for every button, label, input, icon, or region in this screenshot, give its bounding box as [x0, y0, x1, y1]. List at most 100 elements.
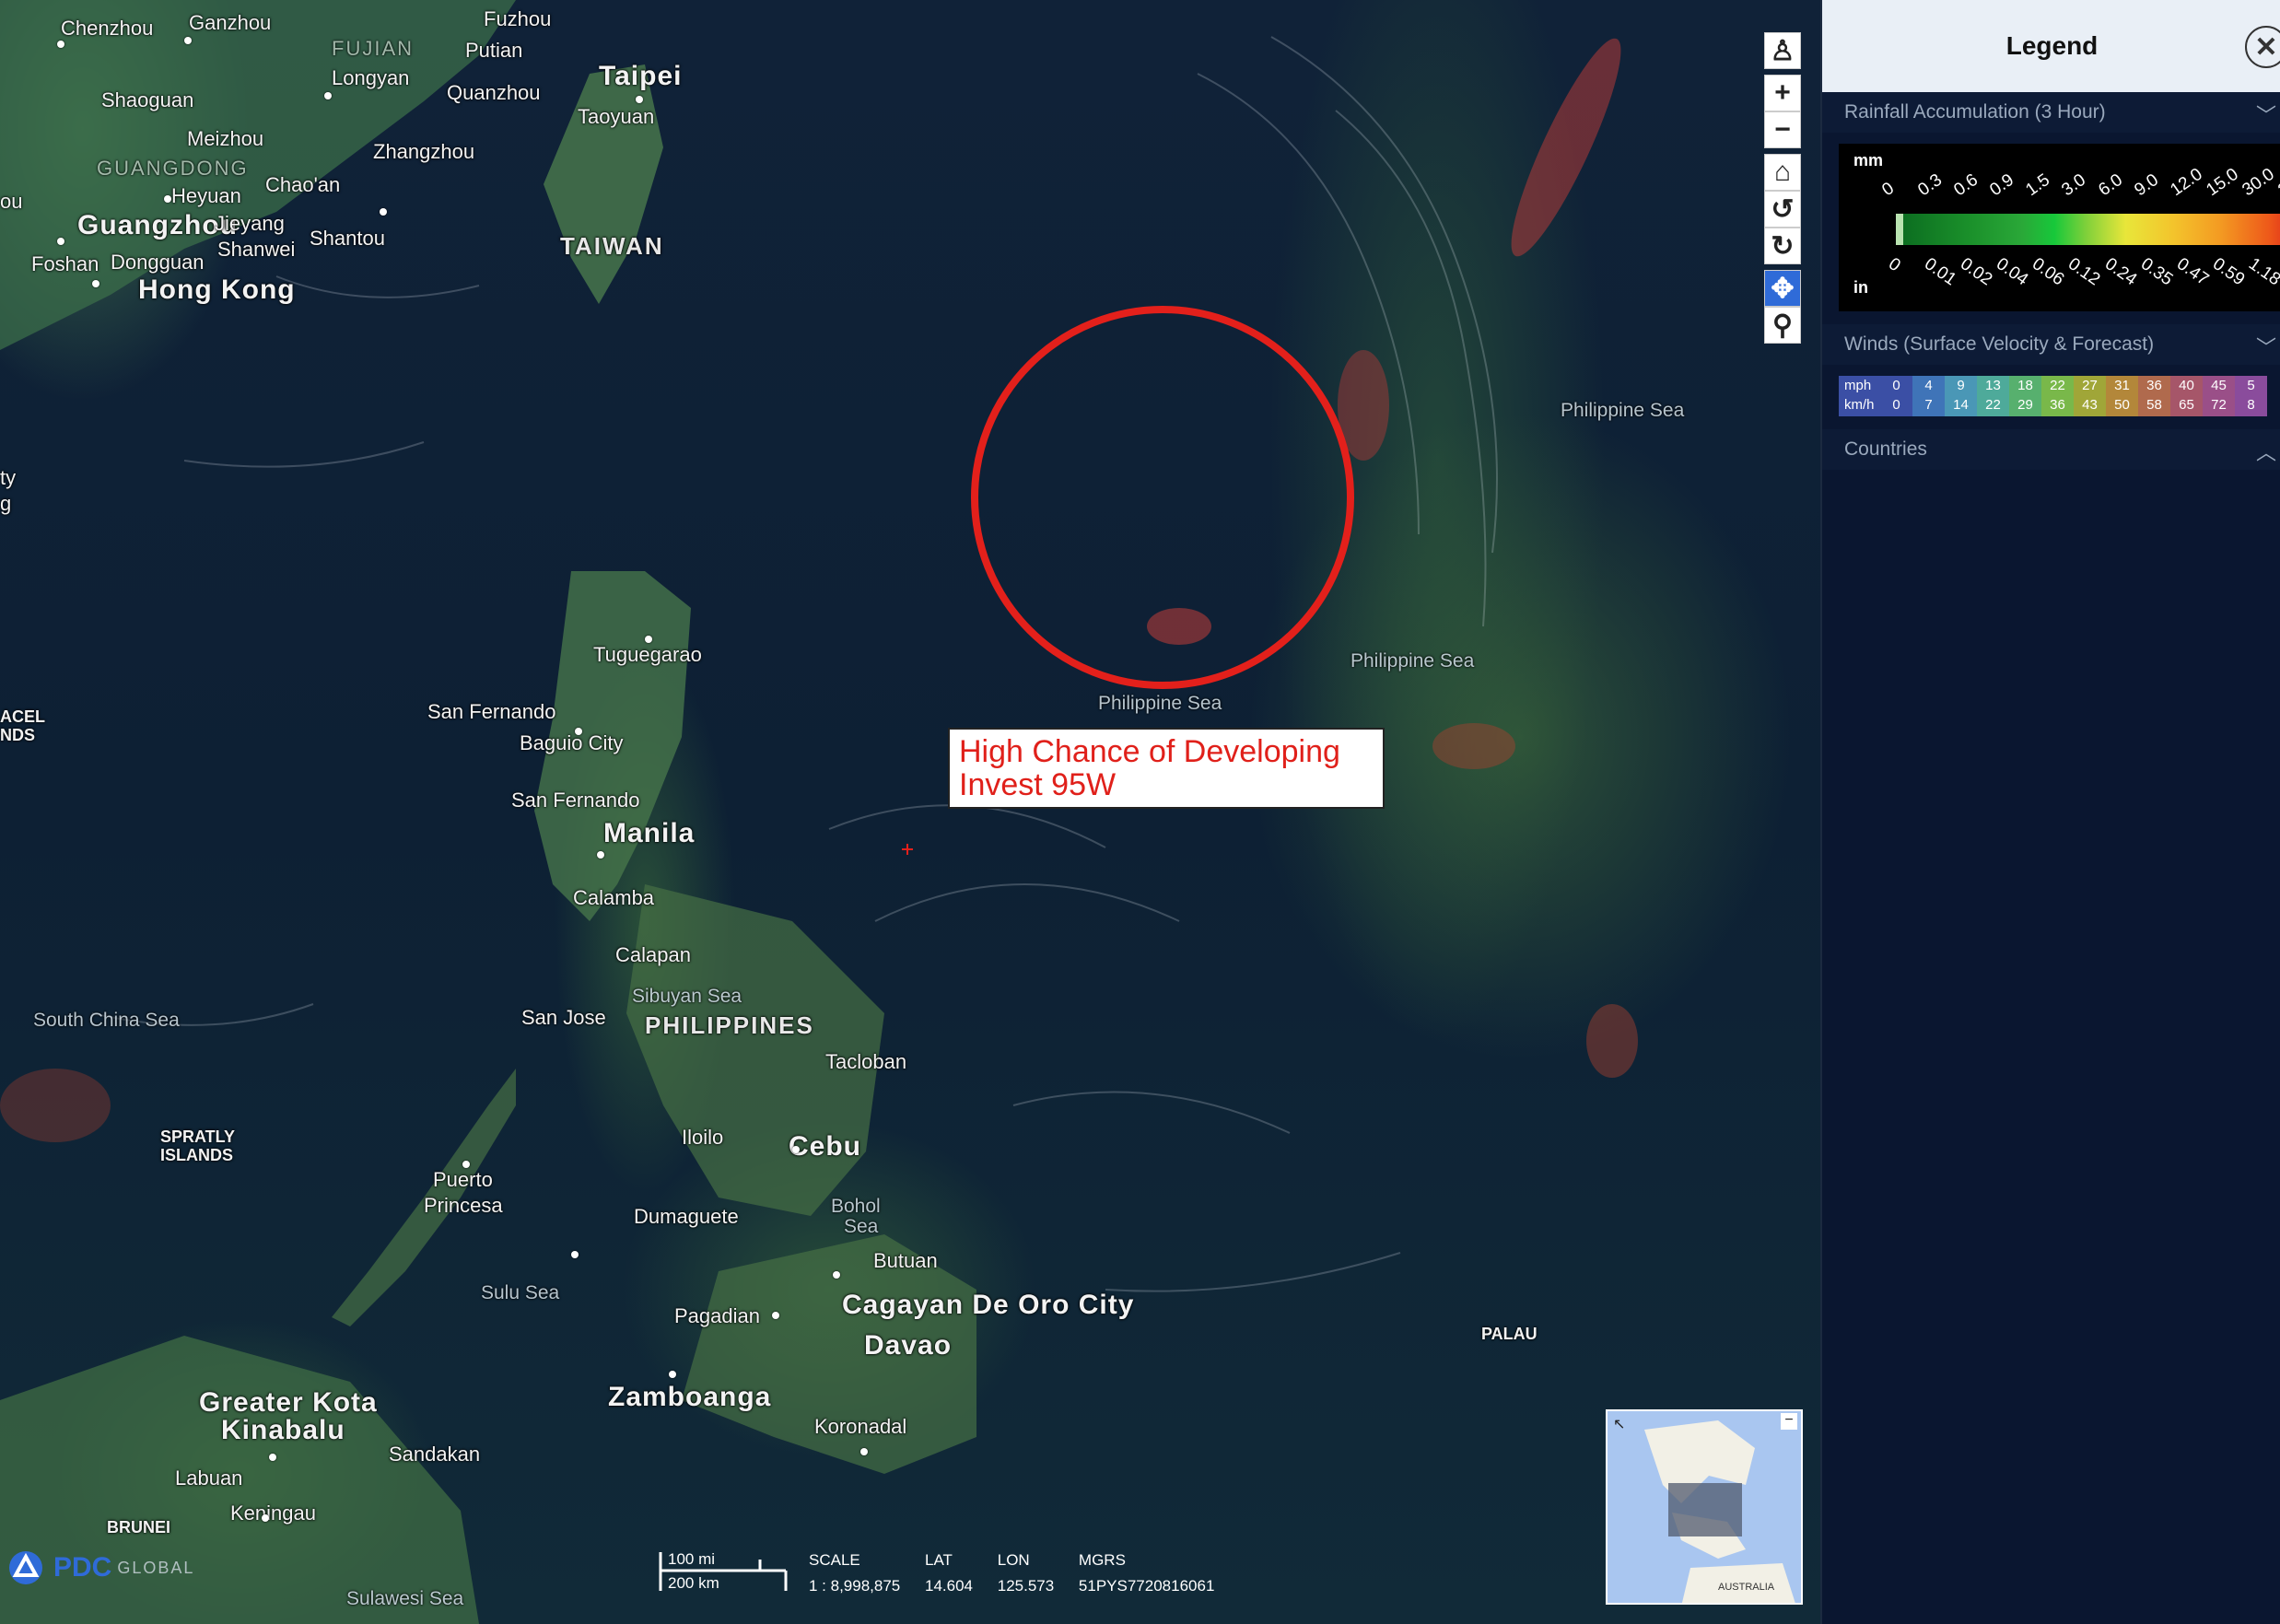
rain-tick-mm: 12.0 — [2167, 164, 2206, 201]
zoom-in-icon[interactable]: + — [1764, 75, 1801, 111]
map-view[interactable]: Chenzhou Ganzhou Fuzhou FUJIAN Putian Longyan… — [0, 0, 1820, 1624]
readout-mgrs-label: MGRS — [1078, 1551, 1126, 1569]
rain-tick-in: 0.12 — [2064, 254, 2104, 290]
legend-section-countries[interactable]: Countries ︿ — [1822, 429, 2280, 470]
chevron-down-icon[interactable]: ﹀ — [2256, 332, 2276, 361]
place-label-g: g — [0, 492, 12, 515]
city-dot-icon — [772, 1312, 779, 1319]
chevron-up-icon[interactable]: ︿ — [2256, 437, 2276, 466]
place-label-acel: ACEL — [0, 707, 45, 726]
place-label-guangdong: GUANGDONG — [97, 157, 249, 180]
readout-lat: LAT 14.604 — [925, 1548, 973, 1599]
city-dot-icon — [571, 1251, 579, 1258]
annotation-line-1: High Chance of Developing — [959, 734, 1340, 769]
city-dot-icon — [645, 636, 652, 643]
readout-lat-label: LAT — [925, 1551, 953, 1569]
rotate-right-icon[interactable]: ↻ — [1764, 228, 1801, 264]
legend-title: Legend — [2005, 31, 2099, 60]
rain-tick-mm: 0 — [1878, 178, 1899, 201]
wind-scale-cell: 27 43 — [2074, 376, 2106, 416]
zoom-out-icon[interactable]: − — [1764, 111, 1801, 148]
rain-patch — [1586, 1004, 1638, 1078]
rain-tick-in: 0.35 — [2136, 254, 2176, 290]
place-label-putian: Putian — [465, 39, 523, 62]
scale-bar: 100 mi 200 km — [657, 1550, 790, 1606]
place-label-tuguegarao: Tuguegarao — [593, 643, 702, 666]
rain-tick-in: 0.06 — [2029, 254, 2068, 290]
place-label-taoyuan: Taoyuan — [578, 105, 655, 128]
wind-scale-cell: 9 14 — [1945, 376, 1977, 416]
city-dot-icon — [575, 728, 582, 735]
home-icon[interactable]: ⌂ — [1764, 154, 1801, 191]
place-label-taiwan: TAIWAN — [560, 232, 664, 260]
place-label-quanzhou: Quanzhou — [447, 81, 541, 104]
place-label-philippine-sea: Philippine Sea — [1561, 400, 1685, 421]
readout-scale: SCALE 1 : 8,998,875 — [809, 1548, 900, 1599]
place-label-bohol: Bohol — [831, 1196, 881, 1217]
overview-minimap[interactable]: AUSTRALIA − ↖ — [1606, 1409, 1803, 1605]
person-icon[interactable]: ♙ — [1764, 32, 1801, 69]
pan-icon[interactable]: ✥ — [1764, 270, 1801, 307]
wind-scale-cell: 31 50 — [2106, 376, 2138, 416]
wind-scale-cell: 18 29 — [2009, 376, 2041, 416]
city-dot-icon — [57, 238, 64, 245]
pdc-logo: PDC GLOBAL — [7, 1549, 194, 1586]
place-label-princesa: Princesa — [424, 1194, 503, 1217]
logo-brand: PDC — [53, 1552, 112, 1583]
map-controls: ♙ + − ⌂ ↺ ↻ ✥ ⚲ — [1764, 32, 1803, 344]
rain-tick-in: 0.24 — [2100, 254, 2140, 290]
close-icon[interactable]: ✕ — [2245, 26, 2280, 68]
place-label-palau: PALAU — [1481, 1325, 1538, 1343]
wind-scale-cell: 13 22 — [1977, 376, 2009, 416]
city-dot-icon — [597, 851, 604, 859]
minimap-collapse-button[interactable]: − — [1781, 1413, 1797, 1430]
rain-patch — [1432, 723, 1515, 769]
rain-tick-mm: 30.0 — [2239, 164, 2278, 201]
place-label-fuzhou: Fuzhou — [484, 7, 552, 30]
place-label-meizhou: Meizhou — [187, 127, 264, 150]
place-label-iloilo: Iloilo — [682, 1126, 724, 1149]
place-label-cagayan-de-oro-city: Cagayan De Oro City — [842, 1290, 1135, 1320]
chevron-down-icon[interactable]: ﹀ — [2256, 99, 2276, 129]
city-dot-icon — [860, 1448, 868, 1455]
readout-lon-label: LON — [997, 1551, 1030, 1569]
scale-bar-lines — [659, 1552, 788, 1591]
place-label-labuan: Labuan — [175, 1466, 243, 1490]
minimap-label: AUSTRALIA — [1718, 1582, 1775, 1593]
city-dot-icon — [262, 1514, 269, 1522]
rainfall-color-scale: mm in 0 0.3 0.6 0.9 1.5 3.0 6.0 9.0 12.0 15.0 30.0… — [1839, 144, 2280, 311]
wind-scale-cell: 36 58 — [2138, 376, 2170, 416]
place-label-davao: Davao — [864, 1330, 953, 1361]
readout-lon: LON 125.573 — [998, 1548, 1054, 1599]
readout-lat-value: 14.604 — [925, 1577, 973, 1595]
rain-tick-in: 0 — [1884, 254, 1904, 276]
legend-section-winds[interactable]: Winds (Surface Velocity & Forecast) ﹀ — [1822, 324, 2280, 365]
rain-tick-mm: 0.9 — [1986, 169, 2018, 201]
readout-mgrs-value: 51PYS7720816061 — [1078, 1577, 1215, 1595]
rain-tick-mm: 9.0 — [2131, 169, 2162, 201]
place-label-zamboanga: Zamboanga — [608, 1382, 772, 1412]
zoom-box-icon[interactable]: ⚲ — [1764, 307, 1801, 344]
place-label-ou: ou — [0, 190, 23, 213]
place-label-dumaguete: Dumaguete — [634, 1205, 739, 1228]
place-label-jieyang: Jieyang — [215, 212, 285, 235]
place-label-kinabalu: Kinabalu — [221, 1415, 345, 1445]
minimap-viewport[interactable] — [1668, 1483, 1742, 1536]
place-label-koronadal: Koronadal — [814, 1415, 907, 1438]
readout-lon-value: 125.573 — [997, 1577, 1055, 1595]
readout-scale-value: 1 : 8,998,875 — [809, 1577, 901, 1595]
countries-title: Countries — [1844, 438, 1927, 460]
wind-units: mph km/h — [1839, 376, 1880, 416]
rain-tick-in: 0.02 — [1957, 254, 1996, 290]
place-label-chenzhou: Chenzhou — [61, 17, 154, 40]
city-dot-icon — [380, 208, 387, 216]
rain-unit-mm: mm — [1853, 151, 1884, 169]
place-label-cebu: Cebu — [789, 1131, 861, 1162]
wind-unit-kmh: km/h — [1844, 397, 1875, 413]
winds-title: Winds (Surface Velocity & Forecast) — [1844, 333, 2155, 355]
rain-unit-in: in — [1853, 278, 1868, 297]
minimap-expand-icon[interactable]: ↖ — [1613, 1415, 1625, 1433]
rotate-left-icon[interactable]: ↺ — [1764, 191, 1801, 228]
legend-section-rainfall[interactable]: Rainfall Accumulation (3 Hour) ﹀ — [1822, 92, 2280, 133]
rainfall-title: Rainfall Accumulation (3 Hour) — [1844, 101, 2106, 123]
